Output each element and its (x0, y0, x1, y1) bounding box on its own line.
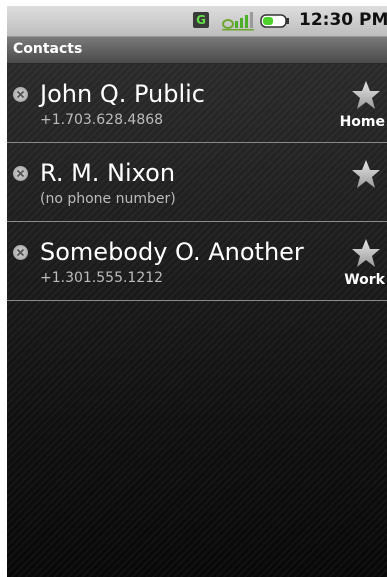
star-icon[interactable] (351, 238, 381, 268)
phone-screen: G 12:30 PM Contacts John Q. Public +1.70… (7, 6, 387, 577)
contact-row[interactable]: R. M. Nixon (no phone number) (7, 143, 387, 222)
contact-phone-type: Work (344, 272, 385, 288)
contact-name: Somebody O. Another (40, 238, 304, 266)
star-icon[interactable] (351, 80, 381, 110)
page-title: Contacts (13, 41, 83, 57)
status-bar: G 12:30 PM (7, 6, 387, 37)
title-bar: Contacts (7, 37, 387, 64)
status-time: 12:30 PM (299, 10, 387, 30)
contact-phone: (no phone number) (40, 191, 176, 207)
network-type-badge: G (193, 12, 209, 28)
star-icon[interactable] (351, 159, 381, 189)
contact-phone-type: Home (339, 114, 385, 130)
contact-name: R. M. Nixon (40, 159, 176, 187)
contact-phone: +1.703.628.4868 (40, 112, 164, 128)
contact-name: John Q. Public (40, 80, 205, 108)
remove-icon[interactable] (13, 87, 28, 102)
contact-row[interactable]: Somebody O. Another +1.301.555.1212 Work (7, 222, 387, 301)
battery-icon (260, 14, 289, 28)
remove-icon[interactable] (13, 166, 28, 181)
remove-icon[interactable] (13, 245, 28, 260)
contact-row[interactable]: John Q. Public +1.703.628.4868 Home (7, 64, 387, 143)
contact-phone: +1.301.555.1212 (40, 270, 164, 286)
signal-icon (222, 12, 254, 31)
contacts-list: John Q. Public +1.703.628.4868 Home R. M… (7, 64, 387, 577)
